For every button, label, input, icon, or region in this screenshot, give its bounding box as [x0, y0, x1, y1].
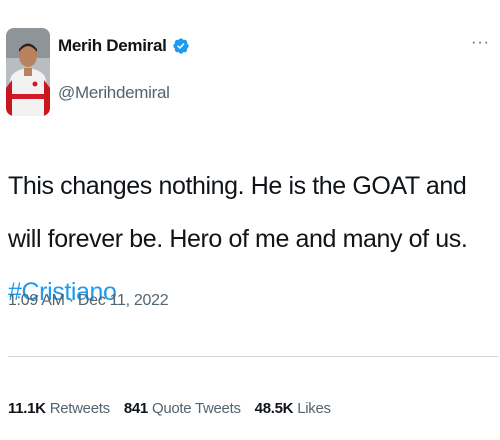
retweets-count: 11.1K	[8, 400, 46, 417]
retweets-stat[interactable]: 11.1K Retweets	[8, 400, 110, 417]
likes-stat[interactable]: 48.5K Likes	[255, 400, 331, 417]
avatar[interactable]	[6, 28, 50, 116]
quote-tweets-count: 841	[123, 400, 148, 417]
author-name-row: Merih Demiral	[58, 36, 190, 56]
retweets-label: Retweets	[49, 400, 110, 417]
tweet-text-body: This changes nothing. He is the GOAT and…	[8, 172, 468, 253]
engagement-stats: 11.1K Retweets 841 Quote Tweets 48.5K Li…	[8, 400, 345, 417]
likes-label: Likes	[297, 400, 331, 417]
more-horizontal-icon[interactable]: ···	[471, 34, 490, 52]
tweet-timestamp[interactable]: 1:09 AM · Dec 11, 2022	[8, 292, 169, 310]
author-name[interactable]: Merih Demiral	[58, 36, 167, 56]
verified-badge-icon	[172, 37, 190, 55]
tweet-card: Merih Demiral @Merihdemiral ··· This cha…	[0, 0, 500, 440]
likes-count: 48.5K	[254, 400, 294, 417]
quote-tweets-label: Quote Tweets	[151, 400, 241, 417]
quote-tweets-stat[interactable]: 841 Quote Tweets	[124, 400, 241, 417]
author-handle[interactable]: @Merihdemiral	[58, 83, 170, 103]
divider	[8, 356, 498, 357]
avatar-image	[6, 28, 50, 116]
